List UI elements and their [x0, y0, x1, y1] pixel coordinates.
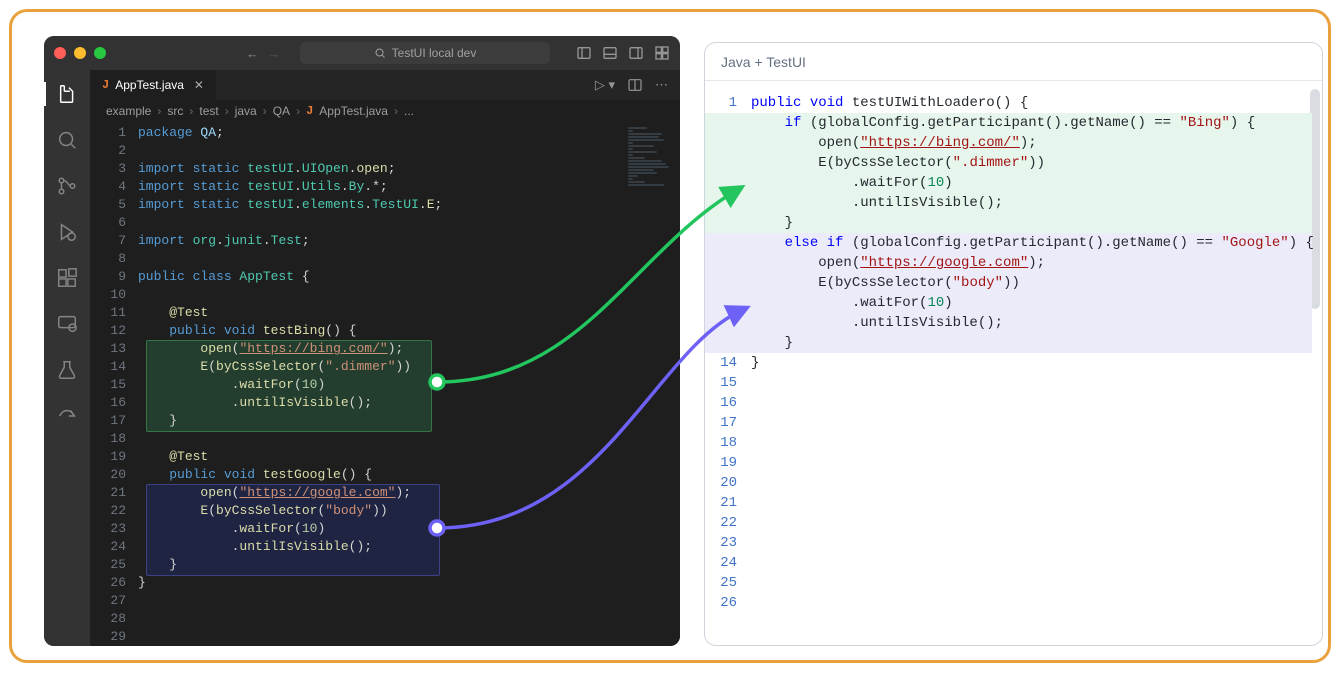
titlebar-actions [576, 45, 670, 61]
titlebar: ← → TestUI local dev [44, 36, 680, 70]
window-zoom-icon[interactable] [94, 47, 106, 59]
testing-icon[interactable] [55, 358, 79, 382]
split-editor-icon[interactable] [627, 77, 643, 93]
line-gutter: 1234567891011121314151617181920212223242… [90, 122, 138, 646]
breadcrumb-seg[interactable]: test [199, 104, 218, 118]
right-panel-title: Java + TestUI [705, 43, 1322, 81]
breadcrumb-sep: › [157, 104, 161, 118]
breadcrumb-seg[interactable]: AppTest.java [319, 104, 388, 118]
breadcrumb-sep: › [296, 104, 300, 118]
code-editor[interactable]: 1234567891011121314151617181920212223242… [90, 122, 680, 646]
run-debug-icon[interactable] [55, 220, 79, 244]
source-control-icon[interactable] [55, 174, 79, 198]
breadcrumb-sep: › [394, 104, 398, 118]
vscode-window: ← → TestUI local dev [44, 36, 680, 646]
tab-apptest[interactable]: J AppTest.java ✕ [90, 70, 217, 100]
remote-icon[interactable] [55, 312, 79, 336]
nav-forward-icon[interactable]: → [267, 46, 280, 61]
right-panel: Java + TestUI 12345678910111213141516171… [704, 42, 1323, 646]
window-close-icon[interactable] [54, 47, 66, 59]
layout-sidebar-right-icon[interactable] [628, 45, 644, 61]
tab-actions: ▷ ▾ ⋯ [595, 70, 680, 100]
command-center-text: TestUI local dev [392, 46, 477, 60]
activity-bar [44, 70, 90, 646]
minimap[interactable] [624, 122, 680, 242]
nav-arrows: ← → [246, 46, 280, 61]
nav-back-icon[interactable]: ← [246, 46, 259, 61]
breadcrumbs[interactable]: example › src › test › java › QA › J AppTest.java ›… [90, 100, 680, 122]
right-code-editor[interactable]: 1234567891011121314151617181920212223242… [705, 81, 1322, 645]
breadcrumb-sep: › [189, 104, 193, 118]
search-activity-icon[interactable] [55, 128, 79, 152]
breadcrumb-sep: › [263, 104, 267, 118]
editor-area: J AppTest.java ✕ ▷ ▾ ⋯ example › src › test ›… [90, 70, 680, 646]
layout-grid-icon[interactable] [654, 45, 670, 61]
java-file-icon: J [102, 78, 109, 92]
right-code-content: public void testUIWithLoadero() { if (gl… [751, 93, 1322, 645]
command-center[interactable]: TestUI local dev [300, 42, 550, 64]
extensions-icon[interactable] [55, 266, 79, 290]
breadcrumb-seg[interactable]: java [235, 104, 257, 118]
tab-bar: J AppTest.java ✕ ▷ ▾ ⋯ [90, 70, 680, 100]
run-icon[interactable]: ▷ ▾ [595, 77, 615, 93]
tab-label: AppTest.java [115, 78, 184, 92]
share-icon[interactable] [55, 404, 79, 428]
breadcrumb-sep: › [225, 104, 229, 118]
breadcrumb-seg[interactable]: src [167, 104, 183, 118]
window-minimize-icon[interactable] [74, 47, 86, 59]
java-file-icon: J [306, 104, 313, 118]
breadcrumb-seg[interactable]: ... [404, 104, 414, 118]
layout-panel-icon[interactable] [602, 45, 618, 61]
code-content: package QA; import static testUI.UIOpen.… [138, 122, 680, 646]
traffic-lights [54, 47, 106, 59]
layout-sidebar-left-icon[interactable] [576, 45, 592, 61]
tab-close-icon[interactable]: ✕ [194, 78, 204, 92]
more-actions-icon[interactable]: ⋯ [655, 77, 668, 93]
breadcrumb-seg[interactable]: example [106, 104, 151, 118]
explorer-icon[interactable] [44, 82, 90, 106]
search-icon [374, 47, 386, 59]
breadcrumb-seg[interactable]: QA [273, 104, 290, 118]
outer-frame: ← → TestUI local dev [9, 9, 1331, 663]
